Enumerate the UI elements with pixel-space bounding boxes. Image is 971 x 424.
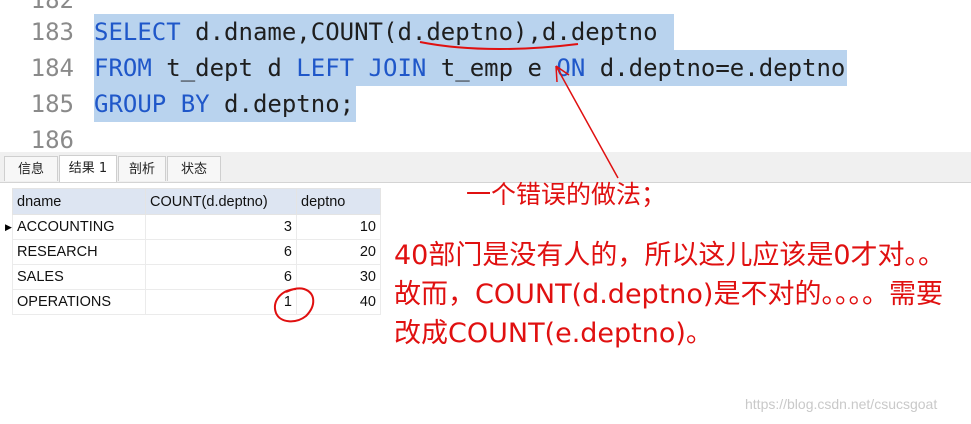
column-header-count[interactable]: COUNT(d.deptno) bbox=[145, 188, 297, 215]
cell-dname[interactable]: SALES bbox=[12, 264, 146, 290]
tab-result-1[interactable]: 结果 1 bbox=[59, 155, 117, 182]
cell-count[interactable]: 1 bbox=[145, 289, 297, 315]
sql-keyword: FROM bbox=[94, 54, 152, 82]
code-text[interactable]: FROM t_dept d LEFT JOIN t_emp e ON d.dep… bbox=[94, 50, 848, 86]
row-marker bbox=[5, 289, 13, 315]
annotation-wrong-approach: 一个错误的做法； bbox=[466, 180, 667, 209]
cell-dname[interactable]: OPERATIONS bbox=[12, 289, 146, 315]
tab-status[interactable]: 状态 bbox=[167, 156, 221, 181]
table-row[interactable]: OPERATIONS 1 40 bbox=[5, 289, 381, 315]
code-text[interactable]: GROUP BY d.deptno; bbox=[94, 86, 357, 122]
code-line-184: 184 FROM t_dept d LEFT JOIN t_emp e ON d… bbox=[0, 50, 971, 86]
line-number: 184 bbox=[30, 54, 74, 82]
annotation-explanation: 40部门是没有人的，所以这儿应该是0才对。。故而，COUNT(d.deptno)… bbox=[394, 240, 946, 349]
cell-count[interactable]: 6 bbox=[145, 239, 297, 265]
table-row[interactable]: ▶ ACCOUNTING 3 10 bbox=[5, 214, 381, 240]
sql-text: d.dname,COUNT(d.deptno),d.deptno bbox=[180, 18, 672, 46]
cell-deptno[interactable]: 10 bbox=[296, 214, 381, 240]
column-header-deptno[interactable]: deptno bbox=[296, 188, 381, 215]
sql-text: d.deptno; bbox=[209, 90, 355, 118]
line-number: 183 bbox=[30, 18, 74, 46]
cell-count[interactable]: 6 bbox=[145, 264, 297, 290]
sql-keyword: SELECT bbox=[94, 18, 181, 46]
row-marker-header bbox=[5, 188, 13, 215]
sql-text: t_emp e bbox=[426, 54, 557, 82]
sql-text: t_dept d bbox=[151, 54, 297, 82]
tab-profile[interactable]: 剖析 bbox=[118, 156, 166, 181]
row-marker bbox=[5, 239, 13, 265]
current-row-marker-icon: ▶ bbox=[5, 214, 13, 240]
column-header-dname[interactable]: dname bbox=[12, 188, 146, 215]
cell-dname[interactable]: RESEARCH bbox=[12, 239, 146, 265]
cell-deptno[interactable]: 20 bbox=[296, 239, 381, 265]
sql-keyword: ON bbox=[556, 54, 586, 82]
sql-keyword: GROUP BY bbox=[94, 90, 210, 118]
watermark: https://blog.csdn.net/csucsgoat bbox=[745, 396, 938, 412]
cell-deptno[interactable]: 40 bbox=[296, 289, 381, 315]
cell-dname[interactable]: ACCOUNTING bbox=[12, 214, 146, 240]
code-line-183: 183 SELECT d.dname,COUNT(d.deptno),d.dep… bbox=[0, 14, 971, 50]
grid-header-row: dname COUNT(d.deptno) deptno bbox=[5, 188, 381, 215]
tab-info[interactable]: 信息 bbox=[4, 156, 58, 181]
table-row[interactable]: SALES 6 30 bbox=[5, 264, 381, 290]
sql-editor[interactable]: 182 183 SELECT d.dname,COUNT(d.deptno),d… bbox=[0, 0, 971, 154]
result-grid[interactable]: dname COUNT(d.deptno) deptno ▶ ACCOUNTIN… bbox=[5, 188, 381, 315]
code-text[interactable]: SELECT d.dname,COUNT(d.deptno),d.deptno bbox=[94, 14, 674, 50]
cell-count[interactable]: 3 bbox=[145, 214, 297, 240]
table-row[interactable]: RESEARCH 6 20 bbox=[5, 239, 381, 265]
code-line-185: 185 GROUP BY d.deptno; bbox=[0, 86, 971, 122]
sql-keyword: LEFT JOIN bbox=[296, 54, 427, 82]
sql-text: d.deptno=e.deptno bbox=[585, 54, 846, 82]
cell-deptno[interactable]: 30 bbox=[296, 264, 381, 290]
line-number: 185 bbox=[30, 90, 74, 118]
row-marker bbox=[5, 264, 13, 290]
